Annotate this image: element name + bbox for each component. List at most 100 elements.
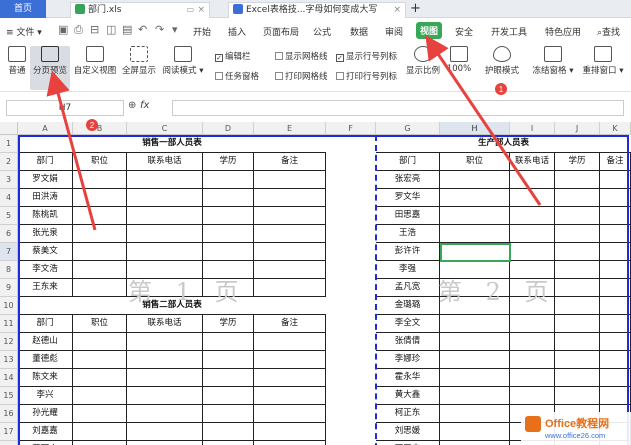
left-data-cell[interactable]: [254, 225, 326, 243]
right-data-cell[interactable]: 李娜珍: [376, 351, 440, 369]
right-data-cell[interactable]: [440, 405, 510, 423]
right-data-cell[interactable]: [440, 423, 510, 441]
right-data-cell[interactable]: [510, 171, 555, 189]
left-data-cell[interactable]: 王东来: [18, 279, 73, 297]
left-data-cell[interactable]: [203, 387, 254, 405]
right-data-cell[interactable]: 柯正东: [376, 405, 440, 423]
print-gridlines-checkbox[interactable]: 打印网格线: [275, 70, 328, 82]
right-data-cell[interactable]: [555, 171, 600, 189]
spreadsheet-grid[interactable]: ABCDEFGHIJK 123456789101112131415161718 …: [0, 122, 631, 445]
left-data-cell[interactable]: [73, 261, 127, 279]
right-data-cell[interactable]: [600, 369, 631, 387]
left-data-cell[interactable]: 董德彪: [18, 351, 73, 369]
row-header-7[interactable]: 7: [0, 243, 18, 261]
left-data-cell[interactable]: [203, 369, 254, 387]
formula-bar-checkbox[interactable]: ✓ 编辑栏: [215, 50, 251, 62]
row-header-11[interactable]: 11: [0, 315, 18, 333]
right-data-cell[interactable]: [555, 207, 600, 225]
file-menu[interactable]: ≡ 文件 ▾: [6, 25, 42, 38]
column-header-F[interactable]: F: [326, 122, 376, 135]
left-header-cell[interactable]: 备注: [254, 315, 326, 333]
right-header-cell[interactable]: 备注: [600, 153, 631, 171]
menu-developer[interactable]: 开发工具: [491, 25, 527, 38]
right-table-title[interactable]: 生产部人员表: [376, 135, 631, 153]
left-data-cell[interactable]: [127, 333, 203, 351]
row-header-15[interactable]: 15: [0, 387, 18, 405]
right-data-cell[interactable]: [510, 189, 555, 207]
left-data-cell[interactable]: [254, 279, 326, 297]
left-data-cell[interactable]: 刘嘉嘉: [18, 423, 73, 441]
menu-view[interactable]: 视图: [416, 22, 443, 39]
left-header-cell[interactable]: 学历: [203, 315, 254, 333]
left-data-cell[interactable]: [73, 441, 127, 445]
right-data-cell[interactable]: [555, 189, 600, 207]
left-data-cell[interactable]: 陈桃凯: [18, 207, 73, 225]
left-data-cell[interactable]: [73, 225, 127, 243]
menu-formula[interactable]: 公式: [313, 25, 331, 38]
left-data-cell[interactable]: 陈文来: [18, 369, 73, 387]
left-header-cell[interactable]: 联系电话: [127, 315, 203, 333]
right-data-cell[interactable]: [510, 225, 555, 243]
right-data-cell[interactable]: [600, 261, 631, 279]
right-data-cell[interactable]: [440, 207, 510, 225]
left-data-cell[interactable]: [73, 369, 127, 387]
task-pane-checkbox[interactable]: 任务窗格: [215, 70, 259, 82]
eye-protection-button[interactable]: 护眼模式: [484, 46, 520, 76]
left-data-cell[interactable]: [73, 171, 127, 189]
left-data-cell[interactable]: [254, 189, 326, 207]
left-data-cell[interactable]: 田洪涛: [18, 189, 73, 207]
menu-insert[interactable]: 插入: [228, 25, 246, 38]
column-header-E[interactable]: E: [254, 122, 326, 135]
print-icon[interactable]: ⊟: [90, 23, 99, 36]
left-data-cell[interactable]: [127, 423, 203, 441]
menu-security[interactable]: 安全: [455, 25, 473, 38]
right-data-cell[interactable]: [555, 351, 600, 369]
left-data-cell[interactable]: [254, 207, 326, 225]
redo-icon[interactable]: ↷: [155, 23, 164, 36]
right-data-cell[interactable]: [555, 261, 600, 279]
column-header-I[interactable]: I: [510, 122, 555, 135]
left-data-cell[interactable]: [203, 243, 254, 261]
right-data-cell[interactable]: 李强: [376, 261, 440, 279]
left-data-cell[interactable]: [203, 333, 254, 351]
customize-icon[interactable]: ▾: [172, 23, 178, 36]
left-header-cell[interactable]: 职位: [73, 315, 127, 333]
row-header-4[interactable]: 4: [0, 189, 18, 207]
zoom-lens-icon[interactable]: ⊕: [128, 100, 136, 111]
row-header-13[interactable]: 13: [0, 351, 18, 369]
right-data-cell[interactable]: [555, 315, 600, 333]
right-data-cell[interactable]: [440, 171, 510, 189]
right-data-cell[interactable]: [440, 333, 510, 351]
left-data-cell[interactable]: [127, 351, 203, 369]
row-header-17[interactable]: 17: [0, 423, 18, 441]
right-data-cell[interactable]: [510, 333, 555, 351]
right-data-cell[interactable]: [510, 351, 555, 369]
right-data-cell[interactable]: 罗文华: [376, 189, 440, 207]
export-icon[interactable]: ⎙: [74, 23, 83, 37]
row-header-18[interactable]: 18: [0, 441, 18, 445]
menu-data[interactable]: 数据: [350, 25, 368, 38]
right-data-cell[interactable]: [440, 315, 510, 333]
right-data-cell[interactable]: [600, 279, 631, 297]
normal-view-button[interactable]: 普通: [4, 46, 30, 76]
right-data-cell[interactable]: [600, 225, 631, 243]
right-data-cell[interactable]: [555, 243, 600, 261]
right-data-cell[interactable]: [510, 207, 555, 225]
select-all-corner[interactable]: [0, 122, 18, 135]
left-data-cell[interactable]: [73, 405, 127, 423]
row-header-5[interactable]: 5: [0, 207, 18, 225]
left-data-cell[interactable]: [127, 405, 203, 423]
home-tab[interactable]: 首页: [0, 0, 46, 18]
right-data-cell[interactable]: [440, 225, 510, 243]
print-preview-icon[interactable]: ▤: [122, 23, 132, 36]
menu-page-layout[interactable]: 页面布局: [263, 25, 299, 38]
right-data-cell[interactable]: 田思嘉: [376, 207, 440, 225]
column-header-G[interactable]: G: [376, 122, 440, 135]
left-data-cell[interactable]: [203, 441, 254, 445]
left-data-cell[interactable]: [127, 243, 203, 261]
menu-review[interactable]: 审阅: [385, 25, 403, 38]
column-header-J[interactable]: J: [555, 122, 600, 135]
fullscreen-button[interactable]: 全屏显示: [120, 46, 158, 76]
left-data-cell[interactable]: [254, 261, 326, 279]
search-button[interactable]: ⌕查找: [597, 25, 620, 38]
